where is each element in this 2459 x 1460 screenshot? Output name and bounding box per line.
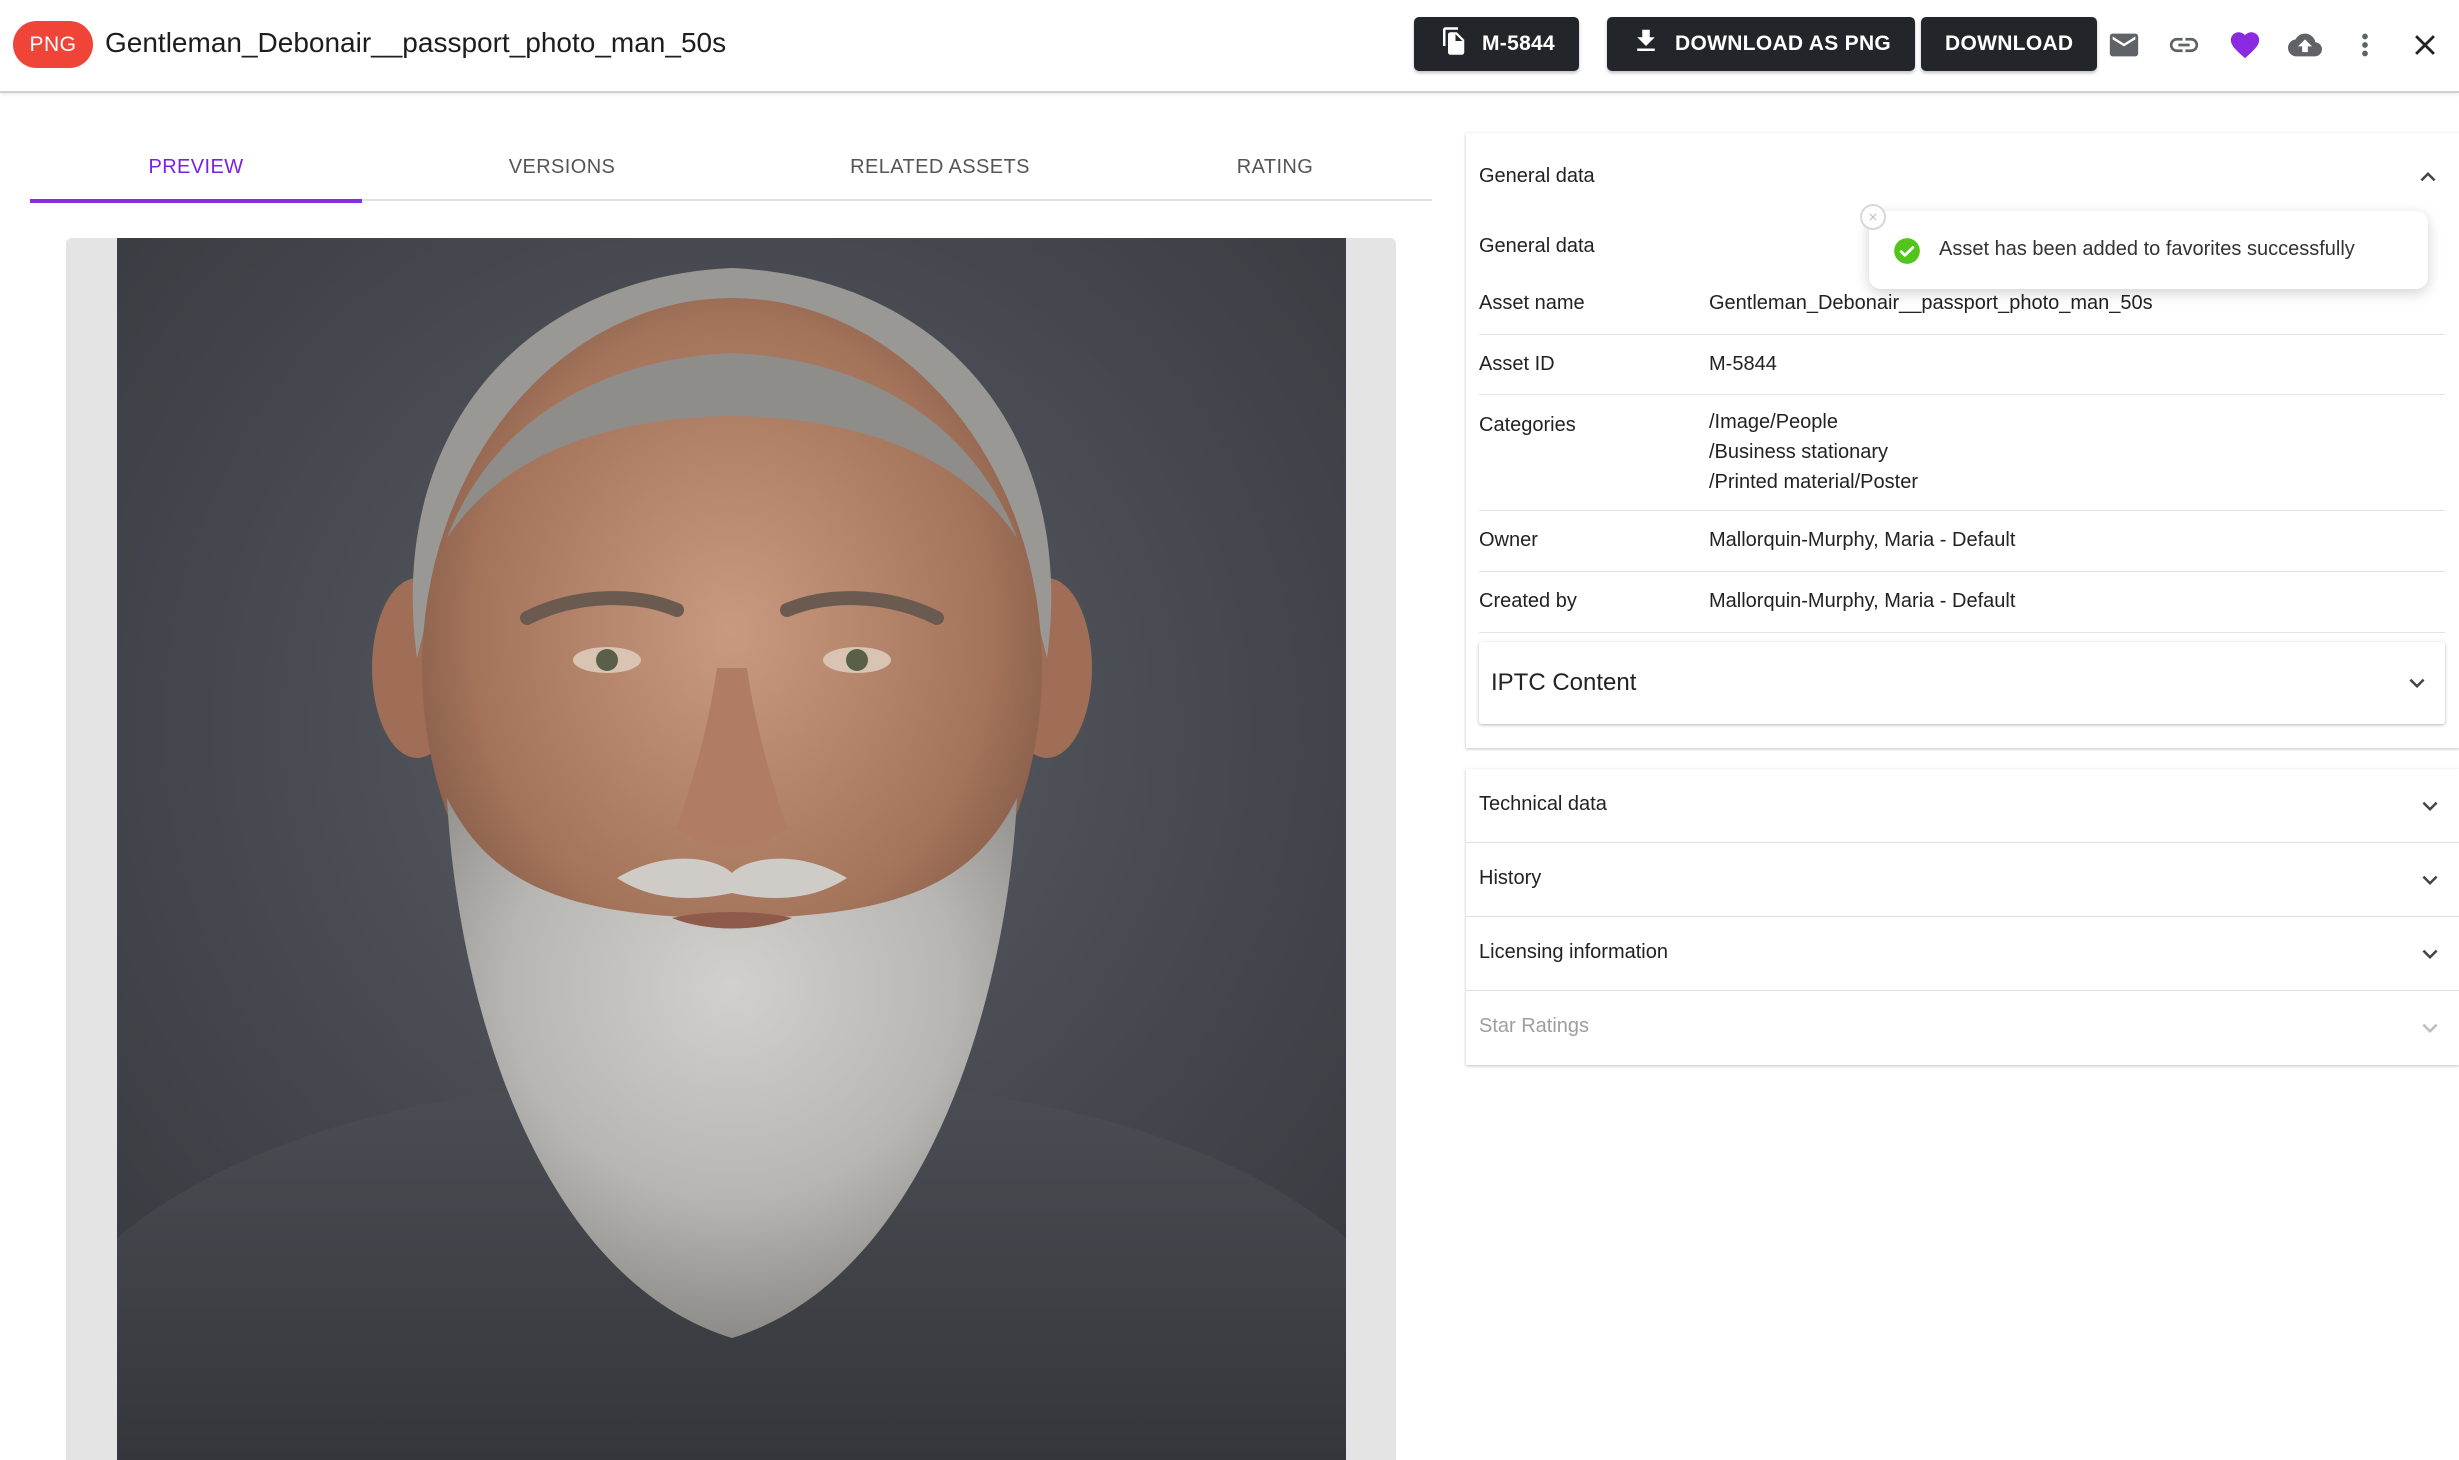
chevron-down-icon — [2415, 1013, 2445, 1043]
chevron-down-icon — [2415, 791, 2445, 821]
chevron-down-icon — [2415, 939, 2445, 969]
asset-id-value: M-5844 — [1709, 353, 1777, 375]
iptc-content-accordion[interactable]: IPTC Content — [1479, 642, 2445, 724]
download-as-png-label: DOWNLOAD AS PNG — [1675, 32, 1892, 55]
asset-name-label: Asset name — [1479, 292, 1585, 314]
chevron-down-icon — [2402, 668, 2432, 698]
link-icon[interactable] — [2161, 22, 2207, 68]
asset-name-value: Gentleman_Debonair__passport_photo_man_5… — [1709, 292, 2153, 314]
technical-data-section[interactable]: Technical data — [1466, 769, 2459, 843]
app-header: PNG Gentleman_Debonair__passport_photo_m… — [0, 0, 2459, 93]
asset-title: Gentleman_Debonair__passport_photo_man_5… — [105, 27, 727, 58]
toast-close-icon[interactable] — [1860, 204, 1886, 230]
more-vert-icon[interactable] — [2342, 22, 2388, 68]
tab-rating[interactable]: RATING — [1118, 133, 1432, 201]
categories-value-3: /Printed material/Poster — [1709, 471, 1918, 493]
file-type-badge: PNG — [13, 21, 93, 68]
download-label: DOWNLOAD — [1945, 32, 2074, 55]
technical-data-label: Technical data — [1479, 793, 1607, 815]
asset-id-label: Asset ID — [1479, 353, 1555, 375]
asset-id-button[interactable]: M-5844 — [1414, 17, 1580, 71]
licensing-information-label: Licensing information — [1479, 941, 1668, 963]
cloud-upload-icon[interactable] — [2282, 22, 2328, 68]
asset-preview-image — [117, 238, 1346, 1460]
history-section[interactable]: History — [1466, 843, 2459, 917]
categories-value-2: /Business stationary — [1709, 441, 1888, 463]
categories-value-1: /Image/People — [1709, 411, 1838, 433]
close-icon[interactable] — [2402, 22, 2448, 68]
owner-label: Owner — [1479, 529, 1538, 551]
asset-id-button-label: M-5844 — [1482, 32, 1556, 55]
divider — [1479, 334, 2445, 335]
toast-message: Asset has been added to favorites succes… — [1939, 238, 2355, 260]
history-label: History — [1479, 867, 1542, 889]
mail-icon[interactable] — [2101, 22, 2147, 68]
categories-label: Categories — [1479, 414, 1576, 436]
copy-file-icon — [1438, 26, 1468, 62]
created-by-value: Mallorquin-Murphy, Maria - Default — [1709, 590, 2016, 612]
divider — [1479, 632, 2445, 633]
star-ratings-section: Star Ratings — [1466, 991, 2459, 1065]
chevron-up-icon[interactable] — [2413, 162, 2443, 192]
success-toast: Asset has been added to favorites succes… — [1869, 211, 2428, 289]
created-by-label: Created by — [1479, 590, 1577, 612]
divider — [1479, 510, 2445, 511]
general-data-subheader: General data — [1479, 235, 1595, 257]
owner-value: Mallorquin-Murphy, Maria - Default — [1709, 529, 2016, 551]
check-circle-icon — [1893, 237, 1921, 265]
tab-versions[interactable]: VERSIONS — [362, 133, 762, 201]
divider — [1479, 571, 2445, 572]
heart-icon[interactable] — [2222, 22, 2268, 68]
download-button[interactable]: DOWNLOAD — [1921, 17, 2098, 71]
chevron-down-icon — [2415, 865, 2445, 895]
iptc-content-label: IPTC Content — [1491, 669, 1637, 696]
download-icon — [1631, 26, 1661, 62]
tab-preview[interactable]: PREVIEW — [30, 133, 362, 203]
licensing-information-section[interactable]: Licensing information — [1466, 917, 2459, 991]
general-data-header[interactable]: General data — [1479, 165, 1595, 188]
tab-related-assets[interactable]: RELATED ASSETS — [762, 133, 1118, 201]
preview-tabs: PREVIEW VERSIONS RELATED ASSETS RATING — [30, 133, 1432, 203]
divider — [1479, 394, 2445, 395]
download-as-png-button[interactable]: DOWNLOAD AS PNG — [1607, 17, 1916, 71]
star-ratings-label: Star Ratings — [1479, 1015, 1590, 1037]
